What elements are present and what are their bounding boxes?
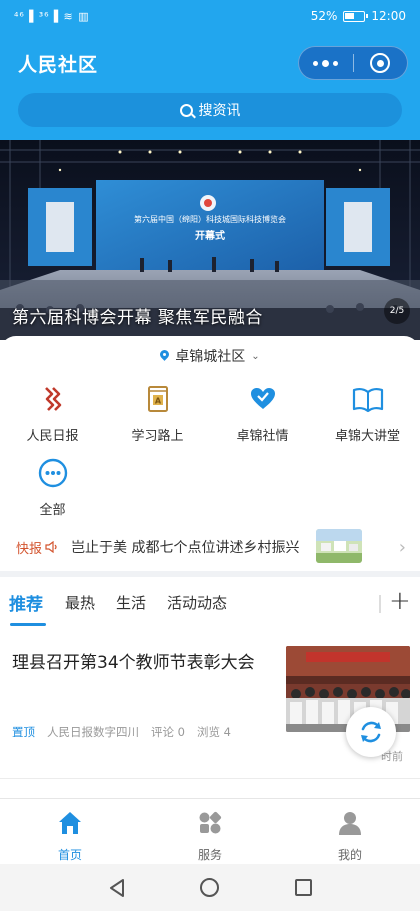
article-comments: 评论 0 <box>151 725 185 739</box>
add-tab-button[interactable]: + <box>389 586 411 616</box>
signal-indicators: ⁴⁶▐ ³⁶▐ ≋ ▥ <box>14 10 90 23</box>
close-target-button[interactable] <box>353 47 407 79</box>
search-icon <box>179 103 193 117</box>
quick-link-label: 卓锦社情 <box>236 429 289 444</box>
speaker-icon <box>45 541 57 553</box>
profile-icon <box>339 812 361 835</box>
location-pin-icon <box>160 350 169 362</box>
tab-life[interactable]: 生活 <box>116 592 146 613</box>
clock: 12:00 <box>371 9 406 23</box>
quick-link-study[interactable]: A 学习路上 <box>105 382 210 444</box>
ticker-tag-label: 快报 <box>16 541 43 557</box>
pinned-badge: 置顶 <box>12 725 35 739</box>
nav-home-label: 首页 <box>57 848 82 862</box>
article-card[interactable]: 理县召开第34个教师节表彰大会 置顶 人民日报数字四川 评论 0 浏览 4 时前 <box>0 630 420 780</box>
book-badge-icon: A <box>141 382 175 416</box>
quick-link-people-daily[interactable]: 人民日报 <box>0 382 105 444</box>
recent-apps-icon[interactable] <box>295 879 312 896</box>
banner-carousel[interactable]: 第六届中国（绵阳）科技城国际科技博览会 开幕式 第六届科博会开幕 聚焦军民融合 … <box>0 140 420 340</box>
refresh-button[interactable] <box>346 707 396 757</box>
quick-link-label: 人民日报 <box>26 429 79 444</box>
svg-text:A: A <box>154 397 161 406</box>
article-headline[interactable]: 理县召开第34个教师节表彰大会 <box>12 648 274 678</box>
quick-link-all[interactable]: 全部 <box>0 456 105 518</box>
home-circle-icon[interactable] <box>200 878 219 897</box>
section-divider <box>0 571 420 577</box>
ticker-tag: 快报 <box>16 538 59 557</box>
community-name: 卓锦城社区 <box>175 349 246 365</box>
more-circle-icon <box>36 456 70 490</box>
category-tabs: 推荐 最热 生活 活动动态 + <box>0 583 420 627</box>
article-source: 人民日报数字四川 <box>47 725 139 739</box>
banner-page-indicator: 2/5 <box>384 298 410 324</box>
more-dots-icon[interactable] <box>299 47 353 79</box>
banner-screen-title: 第六届中国（绵阳）科技城国际科技博览会 <box>134 214 286 224</box>
quick-link-social[interactable]: 卓锦社情 <box>210 382 315 444</box>
search-area: 搜资讯 <box>0 88 420 140</box>
nav-services-label: 服务 <box>197 848 222 862</box>
tab-recommended[interactable]: 推荐 <box>9 590 43 615</box>
chevron-right-icon[interactable]: › <box>399 537 406 558</box>
nav-home[interactable]: 首页 <box>0 809 140 863</box>
search-placeholder: 搜资讯 <box>198 103 241 119</box>
tab-activities[interactable]: 活动动态 <box>167 592 227 613</box>
mini-program-capsule <box>298 46 408 80</box>
list-divider <box>0 778 420 779</box>
search-input[interactable]: 搜资讯 <box>18 93 402 127</box>
active-tab-indicator <box>10 623 46 626</box>
back-icon[interactable] <box>108 878 126 898</box>
article-views: 浏览 4 <box>196 725 231 739</box>
nav-services[interactable]: 服务 <box>140 809 280 863</box>
services-icon <box>199 811 222 834</box>
heart-icon <box>246 382 280 416</box>
ticker-thumbnail <box>316 529 362 563</box>
ticker-headline[interactable]: 岂止于美 成都七个点位讲述乡村振兴... <box>71 537 299 557</box>
quick-link-lecture[interactable]: 卓锦大讲堂 <box>315 382 420 444</box>
people-daily-icon <box>36 382 70 416</box>
home-icon <box>59 812 81 834</box>
news-ticker[interactable]: 快报 岂止于美 成都七个点位讲述乡村振兴... › <box>0 528 420 566</box>
tab-divider <box>379 595 381 613</box>
app-header: 人民社区 <box>0 34 420 88</box>
system-navigation-bar <box>0 864 420 911</box>
quick-link-label: 学习路上 <box>131 429 184 444</box>
quick-links-grid: 人民日报 A 学习路上 卓锦社情 卓锦大讲堂 全部 <box>0 376 420 526</box>
quick-link-label: 全部 <box>39 503 66 518</box>
app-title: 人民社区 <box>18 54 99 76</box>
quick-link-label: 卓锦大讲堂 <box>334 429 400 444</box>
nav-profile[interactable]: 我的 <box>280 809 420 863</box>
chevron-down-icon: ⌄ <box>251 350 260 362</box>
battery-percent: 52% <box>310 9 338 23</box>
banner-screen-subtitle: 开幕式 <box>195 229 225 242</box>
article-meta: 置顶 人民日报数字四川 评论 0 浏览 4 <box>12 724 231 740</box>
community-selector[interactable]: 卓锦城社区 ⌄ <box>0 336 420 376</box>
status-bar: ⁴⁶▐ ³⁶▐ ≋ ▥ 52% 12:00 <box>0 0 420 34</box>
open-book-icon <box>351 382 385 416</box>
banner-caption: 第六届科博会开幕 聚焦军民融合 <box>12 308 263 328</box>
refresh-icon <box>361 721 381 743</box>
bottom-navigation: 首页 服务 我的 <box>0 798 420 864</box>
target-icon <box>370 53 391 73</box>
battery-icon <box>343 10 369 22</box>
nav-profile-label: 我的 <box>337 848 362 862</box>
tab-hottest[interactable]: 最热 <box>65 592 95 613</box>
